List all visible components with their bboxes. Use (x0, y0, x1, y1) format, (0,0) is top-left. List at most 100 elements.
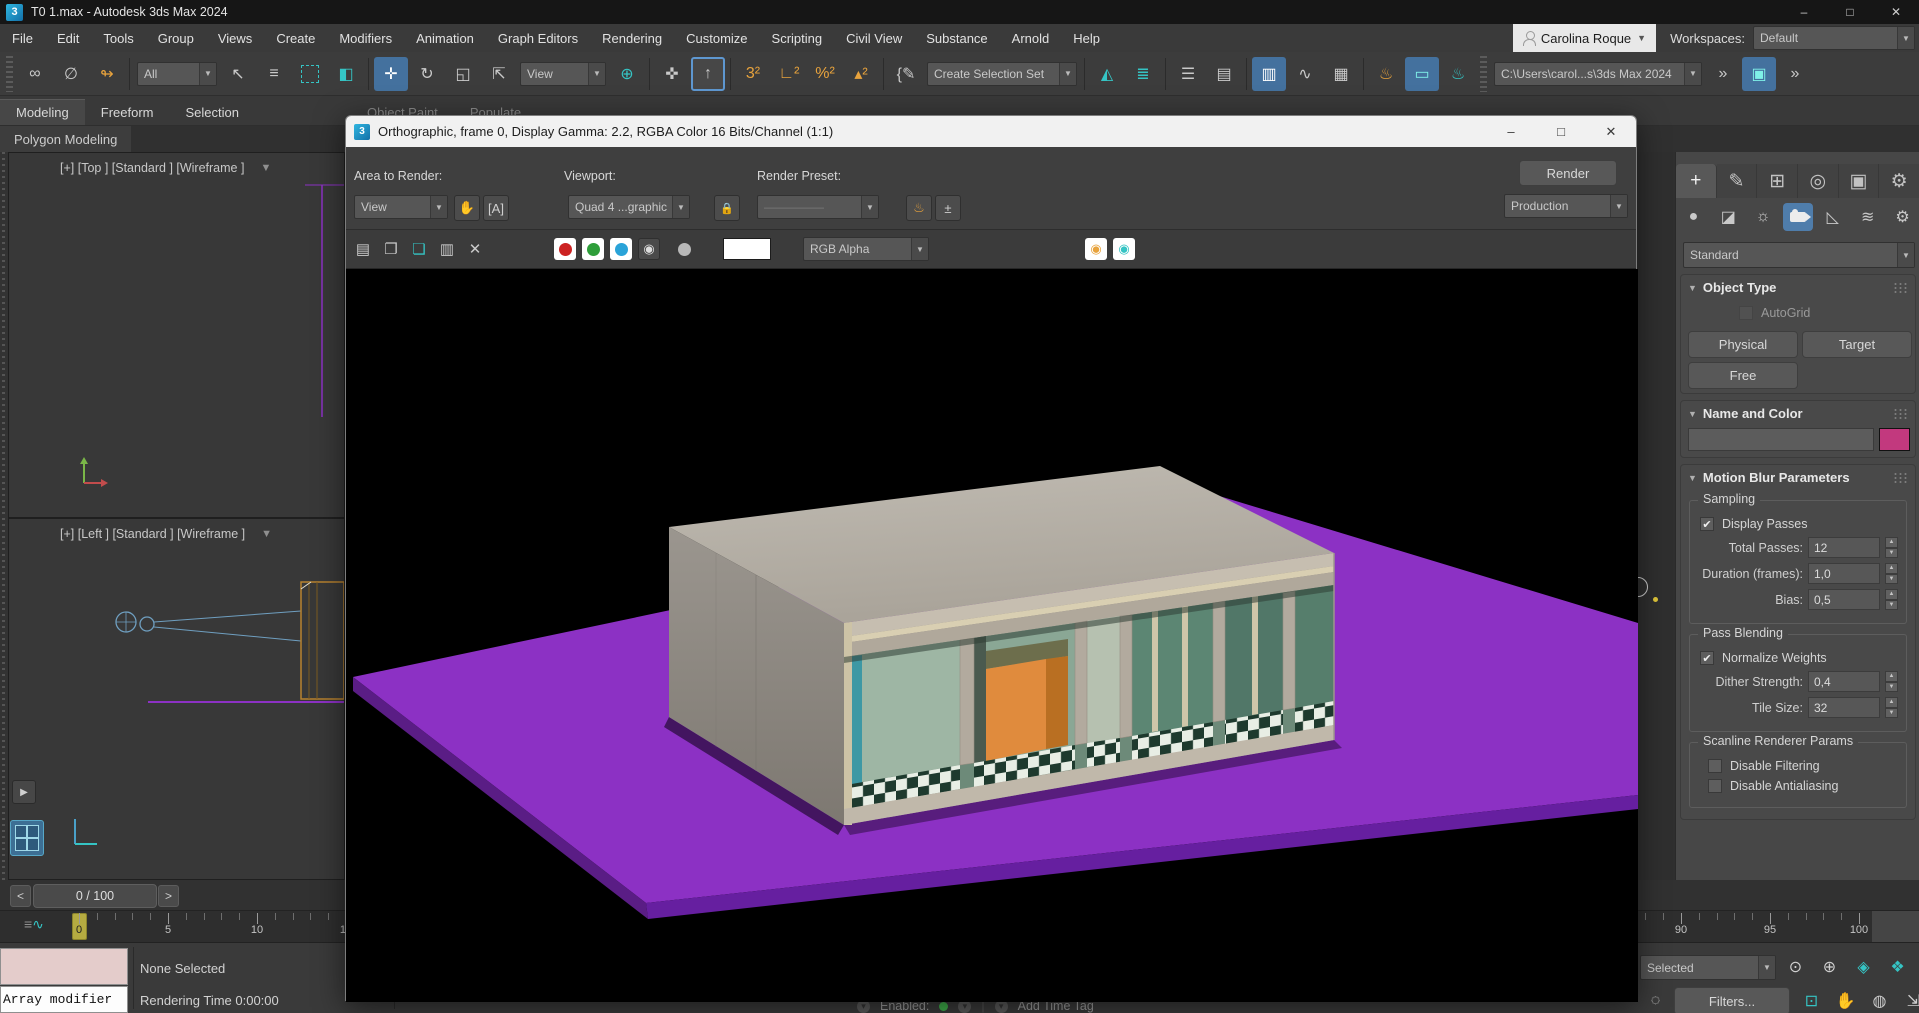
display-tab[interactable]: ▣ (1839, 164, 1880, 198)
menu-substance[interactable]: Substance (914, 24, 999, 52)
filter-funnel-icon[interactable]: ▼ (260, 162, 271, 174)
unlink-selection-icon[interactable]: ∅ (54, 57, 88, 91)
helpers-category[interactable]: ◺ (1818, 203, 1848, 231)
selected-dropdown[interactable]: Selected ▼ (1640, 955, 1776, 980)
menu-create[interactable]: Create (264, 24, 327, 52)
bind-to-space-warp-icon[interactable]: ↬ (90, 57, 124, 91)
filters-button[interactable]: Filters... (1674, 987, 1790, 1013)
snaps-toggle-icon[interactable]: 3² (736, 57, 770, 91)
object-name-field[interactable] (1688, 428, 1874, 451)
free-camera-button[interactable]: Free (1688, 362, 1798, 389)
zoom-extents-all-icon[interactable]: ❖ (1882, 953, 1913, 981)
background-color-swatch[interactable] (723, 238, 771, 260)
bias-spinner[interactable]: ▲▼ (1885, 589, 1898, 610)
cameras-category[interactable] (1783, 203, 1813, 231)
ribbon-tab-modeling[interactable]: Modeling (0, 99, 85, 125)
selection-filter-dropdown[interactable]: All▼ (137, 62, 217, 86)
project-folder-dropdown[interactable]: C:\Users\carol...s\3ds Max 2024▼ (1494, 62, 1702, 86)
select-object-icon[interactable]: ↖ (221, 57, 255, 91)
menu-graph-editors[interactable]: Graph Editors (486, 24, 590, 52)
edit-named-selection-sets-icon[interactable]: {✎ (889, 57, 923, 91)
menu-customize[interactable]: Customize (674, 24, 759, 52)
bias-field[interactable]: 0,5 (1808, 589, 1880, 610)
duration-field[interactable]: 1,0 (1808, 563, 1880, 584)
clear-image-icon[interactable]: ✕ (464, 238, 486, 260)
viewport-left[interactable]: [+] [Left ] [Standard ] [Wireframe ] ▼ (8, 518, 345, 880)
toolbar-overflow-chevron-2[interactable]: » (1778, 57, 1812, 91)
select-and-move-icon[interactable]: ✛ (374, 57, 408, 91)
total-passes-spinner[interactable]: ▲▼ (1885, 537, 1898, 558)
viewport-dropdown[interactable]: Quad 4 ...graphic ▼ (568, 195, 690, 219)
channel-display-dropdown[interactable]: RGB Alpha ▼ (803, 237, 929, 261)
isolate-selection-icon[interactable]: ◌ (1640, 987, 1671, 1013)
select-by-name-icon[interactable]: ≡ (257, 57, 291, 91)
select-and-manipulate-icon[interactable]: ✜ (655, 57, 689, 91)
modify-tab[interactable]: ✎ (1717, 164, 1758, 198)
motion-blur-header[interactable]: ▼ Motion Blur Parameters (1681, 465, 1915, 490)
render-button[interactable]: Render (1519, 160, 1617, 186)
orbit-icon[interactable]: ◍ (1864, 987, 1895, 1013)
disable-antialiasing-checkbox[interactable]: ✔ (1708, 779, 1722, 793)
lock-viewport-icon[interactable]: 🔒 (714, 195, 740, 221)
dither-strength-spinner[interactable]: ▲▼ (1885, 671, 1898, 692)
render-window-titlebar[interactable]: 3 Orthographic, frame 0, Display Gamma: … (346, 116, 1636, 147)
menu-file[interactable]: File (0, 24, 45, 52)
menu-group[interactable]: Group (146, 24, 206, 52)
total-passes-field[interactable]: 12 (1808, 537, 1880, 558)
shapes-category[interactable]: ◪ (1713, 203, 1743, 231)
dither-strength-field[interactable]: 0,4 (1808, 671, 1880, 692)
target-camera-button[interactable]: Target (1802, 331, 1912, 358)
layer-explorer-toggle-icon[interactable]: ▤ (1207, 57, 1241, 91)
percent-snap-icon[interactable]: %² (808, 57, 842, 91)
name-color-header[interactable]: ▼ Name and Color (1681, 401, 1915, 426)
mirror-icon[interactable]: ◭ (1090, 57, 1124, 91)
next-frame-button[interactable]: > (158, 885, 179, 907)
curve-editor-icon[interactable]: ∿ (1288, 57, 1322, 91)
filter-funnel-icon[interactable]: ▼ (261, 528, 272, 540)
viewport-top-label[interactable]: [+] [Top ] [Standard ] [Wireframe ] ▼ (60, 161, 271, 175)
systems-category[interactable]: ⚙ (1887, 203, 1917, 231)
maximize-button[interactable]: □ (1536, 116, 1586, 147)
tile-size-spinner[interactable]: ▲▼ (1885, 697, 1898, 718)
toolbar-dock-handle[interactable] (0, 152, 8, 880)
render-mode-dropdown[interactable]: Production ▼ (1504, 194, 1628, 218)
menu-scripting[interactable]: Scripting (760, 24, 835, 52)
maxscript-listener-line[interactable]: Array modifier (0, 986, 128, 1013)
maximize-viewport-icon[interactable]: ⇲ (1898, 987, 1919, 1013)
gamma-toggle-icon[interactable]: ± (935, 195, 961, 221)
pan-icon[interactable]: ✋ (1830, 987, 1861, 1013)
display-passes-checkbox[interactable]: ✔ (1700, 517, 1714, 531)
rendered-frame-window-icon[interactable]: ▭ (1405, 57, 1439, 91)
toolbar-drag-handle[interactable] (6, 56, 13, 92)
render-setup-icon[interactable]: ♨ (1369, 57, 1403, 91)
dock-flyout-button[interactable]: ▶ (12, 780, 36, 804)
blue-channel-toggle[interactable] (610, 238, 632, 260)
rendered-frame-window[interactable]: 3 Orthographic, frame 0, Display Gamma: … (345, 115, 1637, 1001)
save-image-icon[interactable]: ▤ (352, 238, 374, 260)
workspace-dropdown[interactable]: Default ▼ (1753, 26, 1915, 50)
viewport-layout-tabs-icon[interactable] (10, 820, 44, 856)
normalize-weights-checkbox[interactable]: ✔ (1700, 651, 1714, 665)
render-production-icon[interactable]: ♨ (1441, 57, 1475, 91)
zoom-region-icon[interactable]: ⊡ (1796, 987, 1827, 1013)
previous-frame-button[interactable]: < (10, 885, 31, 907)
reference-coordinate-dropdown[interactable]: View▼ (520, 62, 606, 86)
motion-tab[interactable]: ◎ (1798, 164, 1839, 198)
viewport-left-label[interactable]: [+] [Left ] [Standard ] [Wireframe ] ▼ (60, 527, 272, 541)
menu-animation[interactable]: Animation (404, 24, 486, 52)
close-button[interactable]: ✕ (1873, 0, 1919, 24)
ribbon-tab-selection[interactable]: Selection (170, 100, 255, 125)
ribbon-toggle-icon[interactable]: ▥ (1252, 57, 1286, 91)
disable-filtering-checkbox[interactable]: ✔ (1708, 759, 1722, 773)
menu-tools[interactable]: Tools (91, 24, 145, 52)
schematic-view-icon[interactable]: ▦ (1324, 57, 1358, 91)
minimize-button[interactable]: – (1486, 116, 1536, 147)
hierarchy-tab[interactable]: ⊞ (1757, 164, 1798, 198)
overlay-ui-toggle[interactable]: ◉ (1085, 238, 1107, 260)
use-pivot-point-center-icon[interactable]: ⊕ (610, 57, 644, 91)
red-channel-toggle[interactable] (554, 238, 576, 260)
autogrid-checkbox[interactable]: ✔ (1739, 306, 1753, 320)
toolbar-overflow-chevron[interactable]: » (1706, 57, 1740, 91)
spinner-snap-icon[interactable]: ▴² (844, 57, 878, 91)
zoom-all-icon[interactable]: ⊕ (1814, 953, 1845, 981)
